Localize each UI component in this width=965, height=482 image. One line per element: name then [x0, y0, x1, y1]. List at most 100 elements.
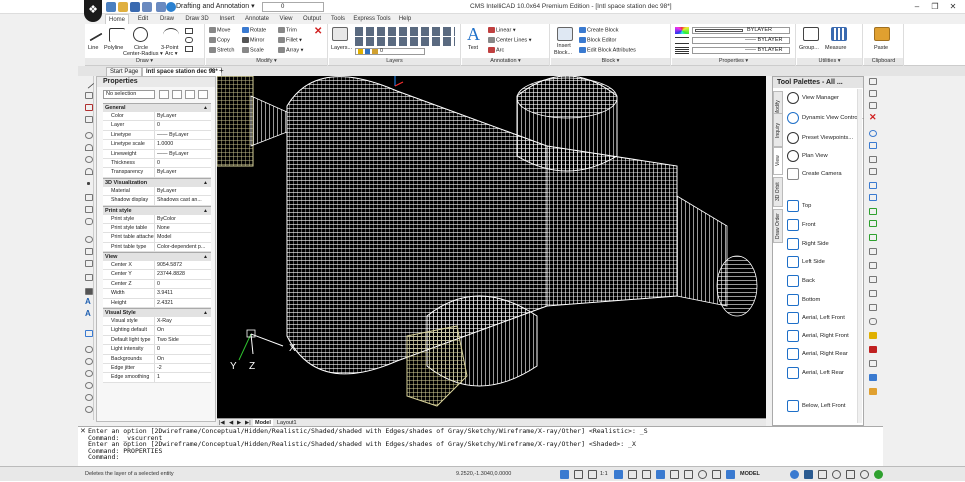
- hardware-accel-icon[interactable]: [846, 470, 855, 479]
- prop-value[interactable]: —— ByLayer: [155, 150, 211, 158]
- arc-tool-icon[interactable]: [85, 144, 93, 151]
- line-button[interactable]: Line: [88, 45, 98, 52]
- prop-row[interactable]: Default light type Two Side: [103, 335, 211, 346]
- properties-group-label[interactable]: Properties ▾: [672, 58, 795, 65]
- isolate-objects-icon[interactable]: [832, 470, 841, 479]
- prop-value[interactable]: Two Side: [155, 336, 211, 344]
- zoom-previous-icon[interactable]: [85, 382, 93, 389]
- model-space-toggle[interactable]: MODEL: [740, 467, 760, 482]
- palette-item[interactable]: Top: [785, 199, 855, 213]
- palette-item[interactable]: Front: [785, 218, 855, 232]
- prop-row[interactable]: Visual style X-Ray: [103, 317, 211, 327]
- prop-section-header[interactable]: Print style ▲: [103, 205, 211, 215]
- fillet-button[interactable]: Fillet ▾: [278, 37, 302, 44]
- prop-row[interactable]: Transparency ByLayer: [103, 168, 211, 178]
- new-file-icon[interactable]: [106, 2, 116, 12]
- prop-value[interactable]: ByLayer: [155, 112, 211, 120]
- draw-group-label[interactable]: Draw ▾: [85, 58, 204, 65]
- palette-item[interactable]: Aerial, Right Rear: [785, 347, 855, 361]
- text-tool-icon[interactable]: A: [85, 310, 93, 318]
- edit-block-attributes-button[interactable]: Edit Block Attributes: [579, 47, 636, 54]
- palette-item[interactable]: Aerial, Left Front: [785, 311, 855, 325]
- lineweight-dropdown[interactable]: —— BYLAYER: [692, 47, 790, 54]
- prop-row[interactable]: Lighting default On: [103, 326, 211, 336]
- polyline-tool-icon[interactable]: [85, 92, 93, 99]
- region-tool-icon[interactable]: [85, 274, 93, 281]
- prop-value[interactable]: -2: [155, 364, 211, 372]
- edit-hatch-icon[interactable]: [869, 374, 877, 381]
- grid-toggle-icon[interactable]: [574, 470, 583, 479]
- paste-button[interactable]: Paste: [874, 45, 888, 52]
- selection-dropdown[interactable]: No selection: [103, 90, 155, 99]
- prop-value[interactable]: 0: [155, 121, 211, 129]
- layer-tools-row-2[interactable]: [355, 37, 455, 46]
- transparency-toggle-icon[interactable]: [670, 470, 679, 479]
- prop-value[interactable]: ByColor: [155, 215, 211, 223]
- offset-tool-icon[interactable]: [869, 168, 877, 175]
- spline-tool-icon[interactable]: [85, 104, 93, 111]
- workspace-dropdown[interactable]: Drafting and Annotation ▾: [176, 2, 256, 12]
- zoom-in-icon[interactable]: [85, 406, 93, 413]
- linear-dim-button[interactable]: Linear ▾: [488, 27, 516, 34]
- palette-item[interactable]: View Manager: [785, 91, 855, 105]
- move-tool-icon[interactable]: [869, 194, 877, 201]
- stretch-button[interactable]: Stretch: [209, 47, 234, 54]
- edit-polyline-icon[interactable]: [869, 346, 877, 353]
- rectangle-tool-icon[interactable]: [85, 194, 93, 201]
- undo-icon[interactable]: [142, 2, 152, 12]
- prop-row[interactable]: Layer 0: [103, 121, 211, 131]
- prop-row[interactable]: Lineweight —— ByLayer: [103, 149, 211, 159]
- palette-tab-view[interactable]: View: [773, 147, 783, 175]
- prop-value[interactable]: 0: [155, 280, 211, 288]
- color-dropdown[interactable]: BYLAYER: [692, 27, 790, 34]
- explode-tool-icon[interactable]: [869, 332, 877, 339]
- prop-row[interactable]: Shadow display Shadows cast an...: [103, 196, 211, 206]
- prop-row[interactable]: Backgrounds On: [103, 354, 211, 364]
- revision-cloud-icon[interactable]: [85, 236, 93, 243]
- rotate-view-icon[interactable]: [869, 130, 877, 137]
- prop-row[interactable]: Material ByLayer: [103, 186, 211, 197]
- tab-edit[interactable]: Edit: [133, 14, 153, 24]
- palette-item[interactable]: Back: [785, 274, 855, 288]
- prop-value[interactable]: —— ByLayer: [155, 131, 211, 139]
- match-properties-icon[interactable]: [869, 388, 877, 395]
- otrack-toggle-icon[interactable]: [642, 470, 651, 479]
- prop-value[interactable]: On: [155, 355, 211, 363]
- chamfer-tool-icon[interactable]: [869, 304, 877, 311]
- qat-layer-dropdown[interactable]: 0: [262, 2, 324, 12]
- group-button[interactable]: Group...: [799, 45, 819, 52]
- close-doc-tab-icon[interactable]: ✕: [210, 67, 215, 76]
- layer-dropdown[interactable]: 0: [355, 48, 425, 55]
- prop-row[interactable]: Light intensity 0: [103, 345, 211, 355]
- ellipse-tool-icon[interactable]: [85, 156, 93, 163]
- rectangle-icon[interactable]: [185, 28, 193, 34]
- prop-value[interactable]: 2.4321: [155, 299, 211, 307]
- point-tool-icon[interactable]: [87, 182, 90, 185]
- palette-item[interactable]: Create Camera: [785, 167, 855, 181]
- prop-value[interactable]: 3.9411: [155, 289, 211, 297]
- create-block-button[interactable]: Create Block: [579, 27, 619, 34]
- collapse-triangle-icon[interactable]: ▲: [203, 309, 208, 317]
- prop-section-header[interactable]: 3D Visualization ▲: [103, 177, 211, 187]
- prop-row[interactable]: Print table type Color-dependent p...: [103, 242, 211, 253]
- command-history[interactable]: Enter an option [2Dwireframe/Conceptual/…: [78, 426, 883, 466]
- collapse-triangle-icon[interactable]: ▲: [203, 104, 208, 112]
- table-tool-icon[interactable]: [85, 330, 93, 337]
- palette-item[interactable]: Aerial, Left Rear: [785, 366, 855, 380]
- workspace-gear-icon[interactable]: [166, 2, 176, 12]
- edit-spline-icon[interactable]: [869, 360, 877, 367]
- lineweight-toggle-icon[interactable]: [656, 470, 665, 479]
- annotation-scale-value[interactable]: 1:1: [600, 467, 608, 482]
- dynamic-input-icon[interactable]: [712, 470, 721, 479]
- ellipse-arc-icon[interactable]: [85, 168, 93, 175]
- zoom-icon[interactable]: [869, 90, 877, 97]
- select-objects-icon[interactable]: [172, 90, 182, 99]
- scale-button[interactable]: Scale: [242, 47, 264, 54]
- hatch-icon[interactable]: [185, 46, 193, 52]
- tab-tools[interactable]: Tools: [328, 14, 348, 24]
- palette-item[interactable]: Dynamic View Control...: [785, 111, 864, 125]
- prop-value[interactable]: On: [155, 326, 211, 334]
- tab-express-tools[interactable]: Express Tools: [352, 14, 392, 24]
- prop-value[interactable]: 23744.8828: [155, 270, 211, 278]
- prop-value[interactable]: 0: [155, 159, 211, 167]
